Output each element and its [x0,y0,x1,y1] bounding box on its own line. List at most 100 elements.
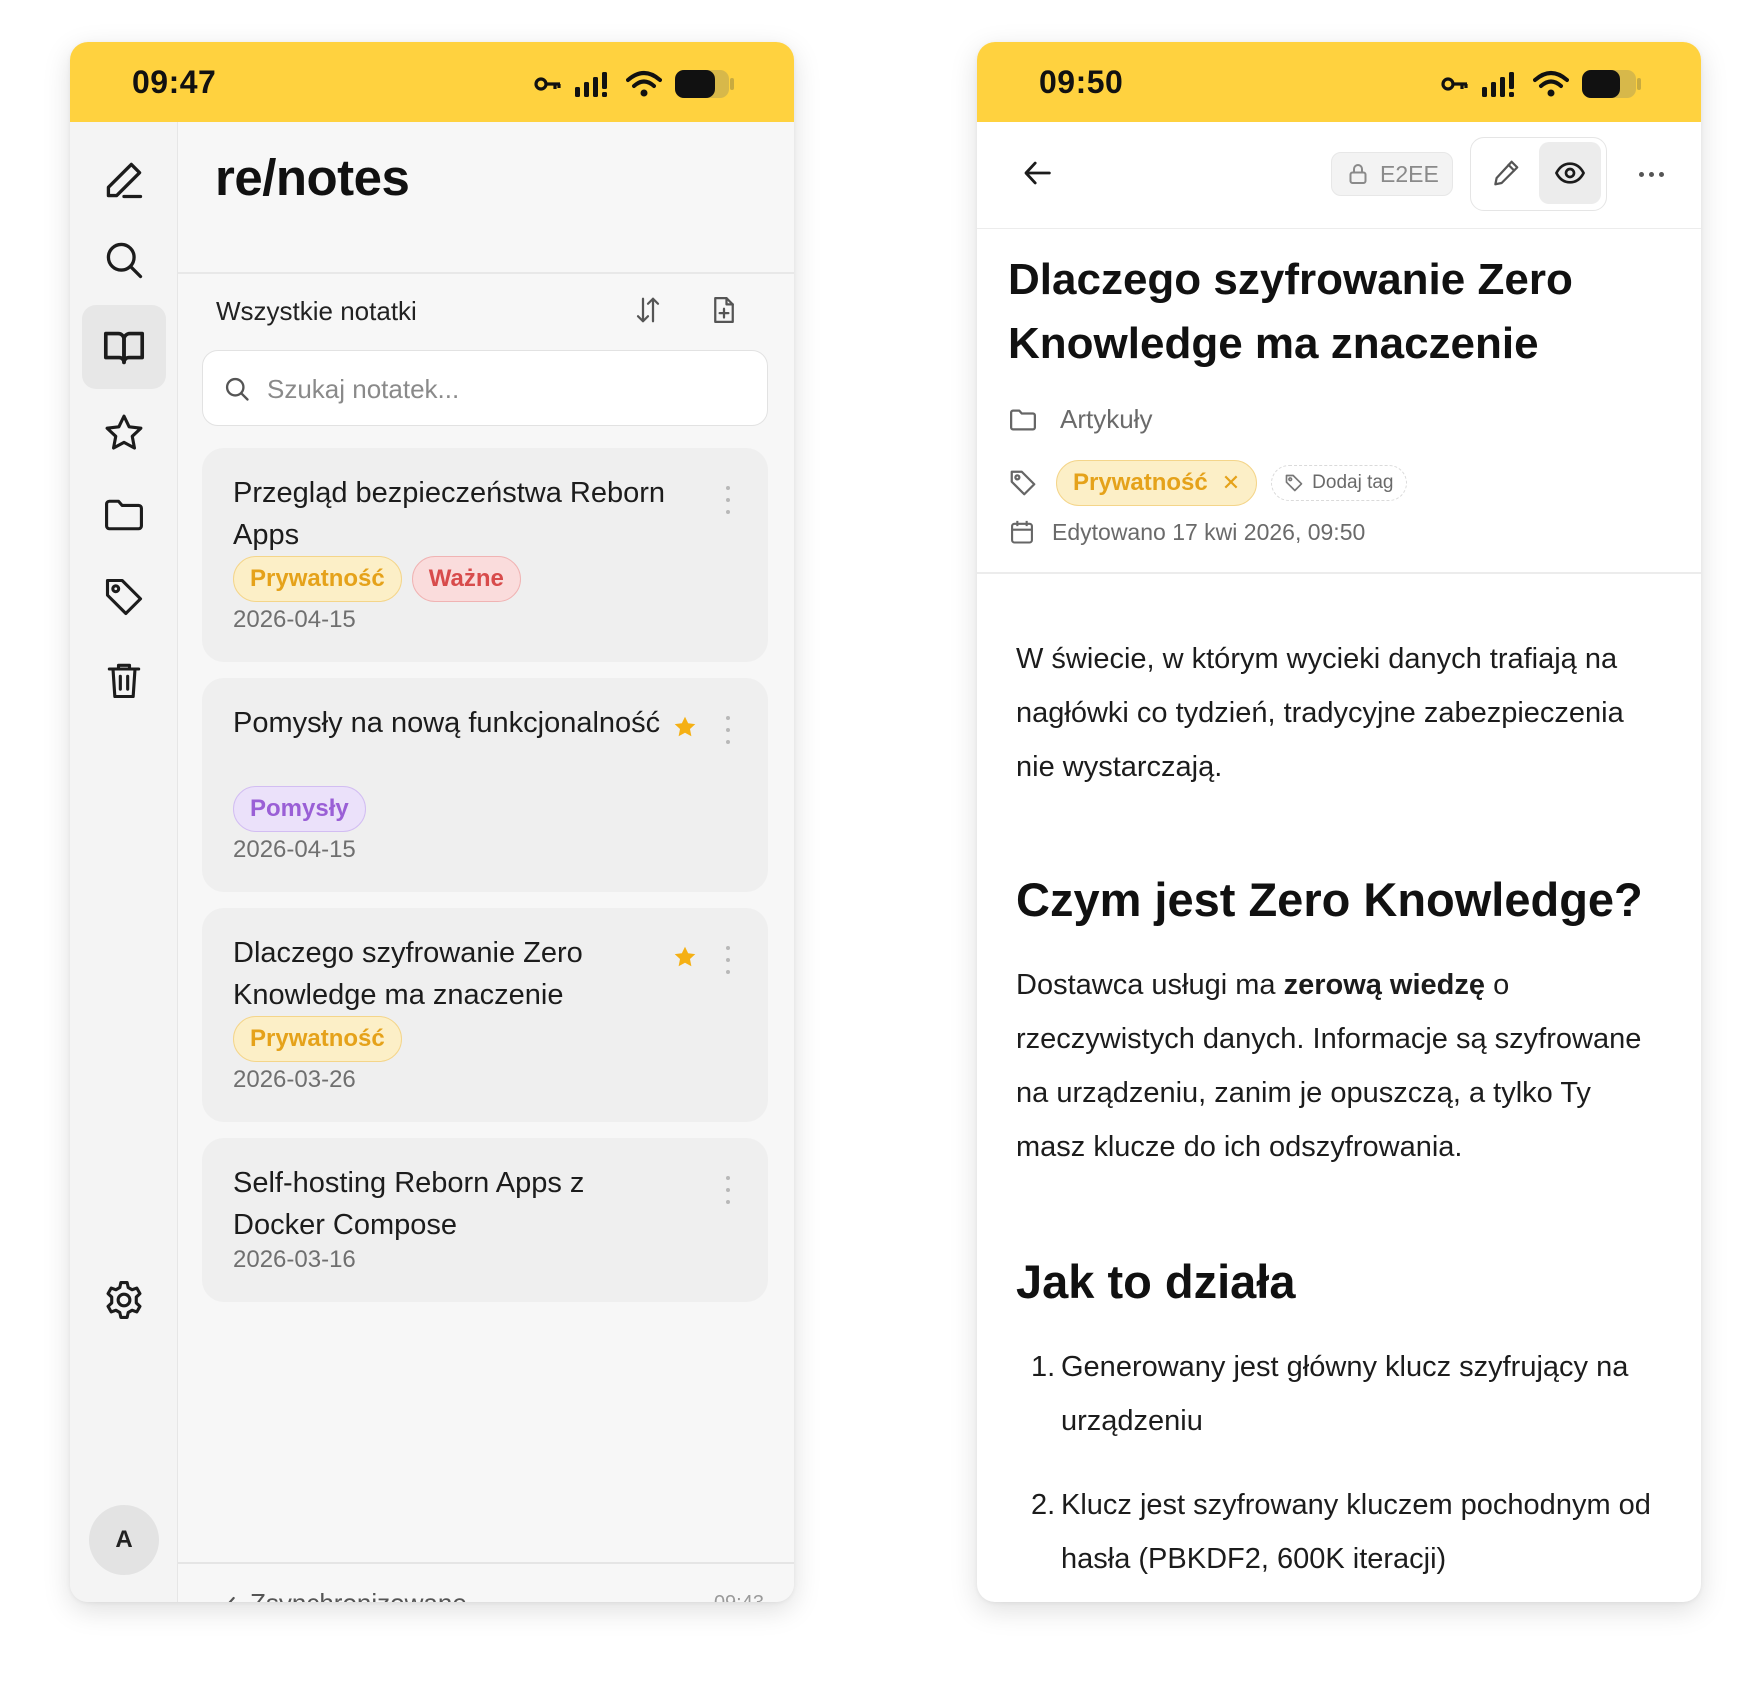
edited-info: Edytowano 17 kwi 2026, 09:50 [1008,518,1365,546]
search-icon [225,377,249,401]
star-icon[interactable] [672,714,698,740]
more-options-button[interactable] [1629,152,1673,196]
list-item-text: Generowany jest główny klucz szyfrujący … [1061,1351,1629,1437]
zero-knowledge-paragraph: Dostawca usługi ma zerową wiedzę o rzecz… [1016,958,1656,1174]
note-card[interactable]: Przegląd bezpieczeństwa Reborn Apps Pryw… [202,448,768,662]
heading-how-it-works: Jak to działa [1016,1255,1296,1308]
add-tag-button[interactable]: Dodaj tag [1271,465,1407,501]
status-time: 09:47 [132,64,217,100]
back-button[interactable] [1013,148,1063,198]
add-tag-label: Dodaj tag [1312,472,1394,493]
avatar[interactable]: A [89,1505,159,1575]
notes-list-screen: 09:47 A re/notes Wszystkie notatki Szuka… [70,42,794,1602]
wifi-icon [1533,71,1569,97]
status-icons [1441,68,1643,100]
list-item-text: Klucz jest szyfrowany kluczem pochodnym … [1061,1489,1651,1575]
tag-icon [105,578,143,616]
app-logo: re/notes [215,149,410,206]
rail-folders[interactable] [82,473,166,557]
signal-icon [1482,72,1514,97]
notes-panel: re/notes Wszystkie notatki Przegląd bezp… [178,122,794,1602]
search-icon [106,242,143,279]
rail-search[interactable] [82,218,166,302]
status-bar: 09:47 [70,42,794,122]
new-note-button[interactable] [704,290,744,330]
note-date: 2026-03-16 [233,1246,356,1273]
note-title: Pomysły na nową funkcjonalność [233,707,661,739]
note-title: Self-hosting Reborn Apps z Docker Compos… [233,1167,585,1241]
note-date: 2026-03-26 [233,1066,356,1093]
eye-icon [1555,162,1585,184]
note-tags: Pomysły [233,786,366,832]
note-folder[interactable]: Artykuły [1008,404,1152,435]
signal-icon [575,72,607,97]
vpn-key-icon [534,77,561,91]
section-title: Wszystkie notatki [216,296,417,326]
status-time: 09:50 [1039,64,1124,100]
pencil-icon [1494,160,1519,186]
rail-tags[interactable] [82,555,166,639]
lock-icon [1349,164,1367,184]
tag-privacy[interactable]: Prywatność [233,556,402,602]
tag-icon [1285,474,1303,492]
note-card[interactable]: Dlaczego szyfrowanie Zero Knowledge ma z… [202,908,768,1122]
note-card[interactable]: Self-hosting Reborn Apps z Docker Compos… [202,1138,768,1302]
tag-privacy[interactable]: Prywatność [233,1016,402,1062]
tag-ideas[interactable]: Pomysły [233,786,366,832]
book-icon [103,331,145,365]
note-detail-screen: 09:50 E2EE Dlaczego szyfrowanie Zero Kno… [977,42,1701,1602]
list-number: 1. [1031,1351,1056,1383]
sync-status: Zsynchronizowane [212,1588,467,1602]
note-menu-button[interactable] [718,716,738,744]
note-date: 2026-04-15 [233,606,356,633]
search-box [202,350,768,426]
remove-tag-icon[interactable]: ✕ [1222,470,1240,496]
tag-privacy[interactable]: Prywatność ✕ [1056,460,1258,506]
star-icon[interactable] [672,944,698,970]
file-plus-icon [714,297,734,323]
note-title[interactable]: Dlaczego szyfrowanie Zero Knowledge ma z… [1008,248,1628,376]
note-menu-button[interactable] [718,946,738,974]
divider [178,1562,794,1564]
divider [178,272,794,274]
calendar-icon [1011,520,1033,544]
gear-icon [106,1281,142,1319]
preview-mode-button[interactable] [1539,142,1601,204]
folder-name: Artykuły [1060,404,1153,434]
view-mode-toggle [1470,137,1607,211]
divider [977,572,1701,574]
sync-status-label: Zsynchronizowane [250,1588,467,1602]
trash-icon [107,663,141,699]
pen-icon [106,162,143,199]
note-card[interactable]: Pomysły na nową funkcjonalność Pomysły 2… [202,678,768,892]
wifi-icon [626,71,662,97]
rail-favorites[interactable] [82,391,166,475]
edited-date: Edytowano 17 kwi 2026, 09:50 [1052,518,1366,545]
arrow-left-icon [1024,161,1051,185]
e2ee-label: E2EE [1380,160,1439,187]
folder-icon [105,499,143,531]
folder-icon [1010,409,1036,430]
paragraph-text: Dostawca usługi ma [1016,969,1284,1001]
note-menu-button[interactable] [718,1176,738,1204]
rail-trash[interactable] [82,638,166,722]
e2ee-badge: E2EE [1331,152,1453,196]
check-icon [228,1596,235,1602]
rail-all-notes[interactable] [82,305,166,389]
nav-rail: A [70,122,178,1602]
battery-icon [675,70,734,98]
tag-important[interactable]: Ważne [411,556,521,602]
search-input[interactable] [265,365,749,413]
note-title: Dlaczego szyfrowanie Zero Knowledge ma z… [233,937,583,1011]
heading-zero-knowledge: Czym jest Zero Knowledge? [1016,873,1643,926]
note-menu-button[interactable] [718,486,738,514]
emphasis-text: zerową wiedzę [1283,969,1486,1001]
status-bar: 09:50 [977,42,1701,122]
sort-icon [636,297,660,323]
rail-new-note[interactable] [82,138,166,222]
sort-button[interactable] [628,290,668,330]
rail-settings[interactable] [82,1258,166,1342]
edit-mode-button[interactable] [1475,142,1537,204]
status-icons [534,68,736,100]
note-tags: Prywatność ✕ Dodaj tag [1008,460,1407,506]
